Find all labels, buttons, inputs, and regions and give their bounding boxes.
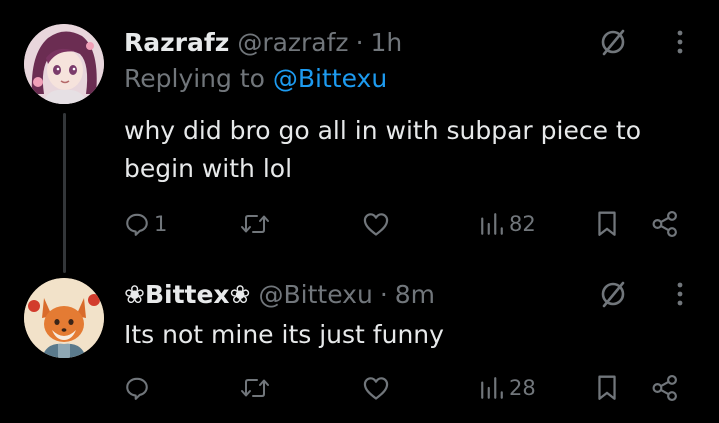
bookmark-button[interactable] — [596, 368, 618, 408]
bookmark-icon — [598, 211, 616, 236]
user-handle[interactable]: @razrafz — [237, 28, 348, 57]
view-count: 82 — [509, 212, 536, 236]
avatar[interactable] — [24, 278, 104, 358]
views-button[interactable]: 82 — [479, 204, 536, 244]
repost-button[interactable] — [240, 368, 274, 408]
user-handle[interactable]: @Bittexu — [259, 280, 373, 309]
tweet-text: why did bro go all in with subpar piece … — [124, 116, 642, 183]
share-button[interactable] — [651, 368, 679, 408]
share-button[interactable] — [651, 204, 679, 244]
share-icon — [652, 374, 677, 402]
timestamp[interactable]: 1h — [371, 28, 403, 57]
heart-icon — [363, 213, 389, 236]
avatar[interactable] — [24, 24, 104, 104]
heart-icon — [363, 377, 389, 400]
grok-button[interactable] — [593, 22, 633, 62]
more-options-button[interactable] — [660, 274, 700, 314]
views-chart-icon — [481, 213, 503, 235]
views-chart-icon — [481, 377, 503, 399]
bookmark-icon — [598, 375, 616, 400]
reply-icon — [126, 213, 148, 236]
separator-dot: · — [379, 279, 388, 309]
tweet-actions: 1 82 — [0, 204, 719, 244]
tweet-bittexu[interactable]: ❀Bittex❀ @Bittexu · 8m Its not mine its … — [0, 270, 719, 423]
repost-icon — [241, 379, 269, 397]
like-button[interactable] — [362, 368, 394, 408]
more-vertical-icon — [677, 30, 683, 54]
tweet-header: Razrafz @razrafz · 1h — [124, 22, 402, 62]
reply-icon — [126, 377, 148, 400]
display-name[interactable]: Razrafz — [124, 28, 229, 57]
replying-to-label: Replying to — [124, 64, 265, 93]
timestamp[interactable]: 8m — [395, 280, 435, 309]
more-vertical-icon — [677, 282, 683, 306]
repost-icon — [241, 215, 269, 233]
like-button[interactable] — [362, 204, 394, 244]
replying-to-line: Replying to @Bittexu — [124, 64, 387, 93]
display-name[interactable]: ❀Bittex❀ — [124, 280, 251, 309]
grok-slash-icon — [601, 281, 625, 308]
reply-button[interactable]: 1 — [124, 204, 167, 244]
grok-slash-icon — [601, 29, 625, 56]
reply-count: 1 — [154, 212, 168, 236]
repost-button[interactable] — [240, 204, 274, 244]
view-count: 28 — [509, 376, 536, 400]
share-icon — [652, 210, 677, 238]
tweet-actions: 28 — [0, 368, 719, 408]
tweet-razrafz[interactable]: Razrafz @razrafz · 1h Replying to @Bitte… — [0, 0, 719, 270]
replying-to-mention[interactable]: @Bittexu — [273, 64, 387, 93]
anime-girl-avatar-icon — [24, 24, 104, 104]
separator-dot: · — [355, 27, 364, 57]
tweet-text: Its not mine its just funny — [124, 320, 444, 349]
tweet-header: ❀Bittex❀ @Bittexu · 8m — [124, 274, 435, 314]
reply-button[interactable] — [124, 368, 154, 408]
views-button[interactable]: 28 — [479, 368, 536, 408]
fox-avatar-icon — [24, 278, 104, 358]
grok-button[interactable] — [593, 274, 633, 314]
bookmark-button[interactable] — [596, 204, 618, 244]
more-options-button[interactable] — [660, 22, 700, 62]
